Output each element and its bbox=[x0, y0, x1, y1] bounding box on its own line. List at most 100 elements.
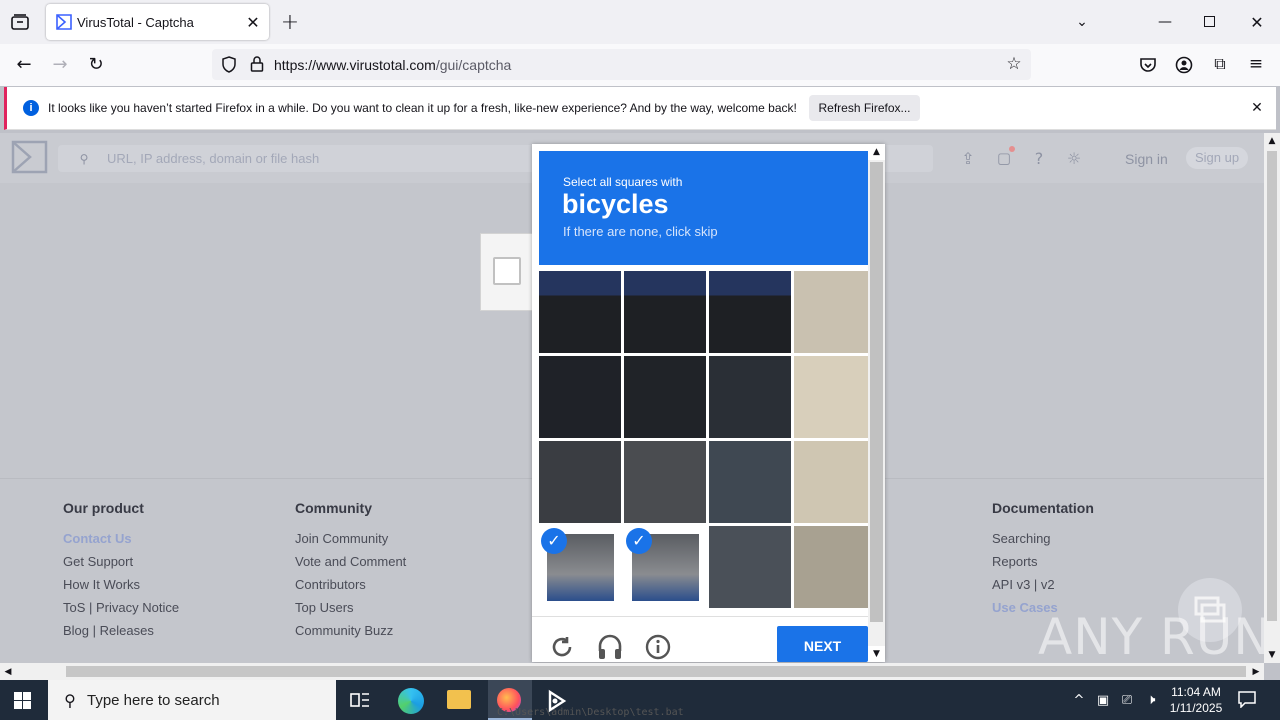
show-hidden-icons-icon[interactable]: ^ bbox=[1070, 690, 1088, 710]
captcha-tile[interactable] bbox=[794, 441, 878, 525]
clock[interactable]: 11:04 AM 1/11/2025 bbox=[1166, 684, 1226, 716]
bookmark-star-icon[interactable]: ☆ bbox=[1004, 54, 1024, 74]
url-text: https://www.virustotal.com/gui/captcha bbox=[274, 57, 511, 73]
scroll-right-icon[interactable]: ▶ bbox=[1248, 663, 1264, 680]
footer-link[interactable]: API v3 | v2 bbox=[992, 577, 1094, 592]
volume-icon[interactable]: 🕨 bbox=[1141, 690, 1161, 710]
account-icon[interactable] bbox=[1175, 56, 1193, 74]
url-bar[interactable]: https://www.virustotal.com/gui/captcha ☆ bbox=[212, 49, 1031, 80]
close-notification-icon[interactable]: ✕ bbox=[1248, 99, 1266, 117]
scroll-left-icon[interactable]: ◀ bbox=[0, 663, 16, 680]
footer-col-documentation: Documentation Searching Reports API v3 |… bbox=[992, 500, 1094, 615]
page-horizontal-scrollbar[interactable]: ◀ ▶ bbox=[0, 663, 1264, 680]
search-icon: ⚲ bbox=[79, 152, 89, 166]
audio-challenge-icon[interactable] bbox=[597, 633, 623, 661]
extensions-icon[interactable]: ⧉ bbox=[1210, 54, 1230, 74]
clock-time: 11:04 AM bbox=[1171, 685, 1221, 699]
refresh-firefox-button[interactable]: Refresh Firefox... bbox=[809, 95, 920, 121]
console-path: C:\Users\admin\Desktop\test.bat bbox=[497, 707, 684, 718]
tab-virustotal-captcha[interactable]: VirusTotal - Captcha ✕ bbox=[46, 4, 269, 40]
close-window-icon[interactable]: ✕ bbox=[1245, 10, 1269, 34]
tracking-protection-shield-icon[interactable] bbox=[221, 56, 237, 73]
footer-link[interactable]: How It Works bbox=[63, 577, 179, 592]
new-tab-icon[interactable]: + bbox=[278, 10, 302, 35]
edge-icon[interactable] bbox=[398, 688, 424, 714]
list-all-tabs-icon[interactable]: ⌄ bbox=[1070, 10, 1094, 34]
reload-challenge-icon[interactable] bbox=[549, 634, 575, 660]
recaptcha-checkbox[interactable] bbox=[493, 257, 521, 285]
pocket-icon[interactable] bbox=[1139, 56, 1157, 74]
captcha-divider bbox=[532, 616, 868, 617]
footer-link[interactable]: Blog | Releases bbox=[63, 623, 179, 638]
scroll-down-icon[interactable]: ▼ bbox=[868, 646, 885, 662]
footer-link[interactable]: Vote and Comment bbox=[295, 554, 406, 569]
reload-icon[interactable]: ↻ bbox=[84, 52, 108, 76]
back-icon[interactable]: ← bbox=[12, 52, 36, 76]
footer-link[interactable]: Community Buzz bbox=[295, 623, 406, 638]
captcha-tile[interactable] bbox=[624, 271, 708, 355]
scroll-down-icon[interactable]: ▼ bbox=[1264, 647, 1280, 663]
footer-heading: Documentation bbox=[992, 500, 1094, 516]
close-tab-icon[interactable]: ✕ bbox=[243, 12, 263, 32]
taskbar-search-box[interactable]: ⚲ Type here to search bbox=[48, 680, 336, 720]
taskbar-search-placeholder: Type here to search bbox=[87, 692, 220, 709]
file-explorer-icon[interactable] bbox=[447, 690, 471, 709]
scroll-up-icon[interactable]: ▲ bbox=[868, 144, 885, 160]
next-button[interactable]: NEXT bbox=[777, 626, 868, 662]
captcha-tile[interactable] bbox=[539, 356, 623, 440]
footer-link[interactable]: ToS | Privacy Notice bbox=[63, 600, 179, 615]
captcha-tile[interactable] bbox=[624, 356, 708, 440]
footer-link[interactable]: Contributors bbox=[295, 577, 406, 592]
search-icon: ⚲ bbox=[64, 690, 76, 710]
help-icon[interactable]: ? bbox=[1021, 148, 1057, 168]
minimize-window-icon[interactable]: — bbox=[1150, 10, 1180, 34]
sign-up-button[interactable]: Sign up bbox=[1186, 147, 1248, 169]
footer-link[interactable]: Join Community bbox=[295, 531, 406, 546]
captcha-target: bicycles bbox=[562, 189, 669, 219]
scroll-up-icon[interactable]: ▲ bbox=[1264, 133, 1280, 149]
virustotal-logo-icon[interactable] bbox=[11, 140, 48, 174]
selected-check-icon: ✓ bbox=[541, 528, 567, 554]
task-view-icon[interactable] bbox=[350, 690, 370, 710]
upload-icon[interactable]: ⇪ bbox=[950, 148, 986, 168]
captcha-tile[interactable] bbox=[709, 526, 793, 610]
footer-link[interactable]: Contact Us bbox=[63, 531, 179, 546]
menu-icon[interactable]: ≡ bbox=[1246, 54, 1266, 74]
footer-link[interactable]: Reports bbox=[992, 554, 1094, 569]
captcha-tile[interactable] bbox=[794, 356, 878, 440]
captcha-tile[interactable] bbox=[709, 271, 793, 355]
restore-window-icon[interactable] bbox=[1204, 16, 1215, 27]
lock-icon[interactable] bbox=[250, 56, 264, 72]
action-center-icon[interactable] bbox=[1238, 691, 1256, 709]
scroll-thumb[interactable] bbox=[1267, 151, 1277, 621]
captcha-tile[interactable] bbox=[794, 526, 878, 610]
notification-dot bbox=[1009, 146, 1015, 152]
footer-col-community: Community Join Community Vote and Commen… bbox=[295, 500, 406, 638]
captcha-tile[interactable] bbox=[709, 356, 793, 440]
captcha-tile[interactable]: ✓ bbox=[539, 526, 623, 610]
page-vertical-scrollbar[interactable]: ▲ ▼ bbox=[1264, 133, 1280, 663]
forward-icon[interactable]: → bbox=[48, 52, 72, 76]
selected-check-icon: ✓ bbox=[626, 528, 652, 554]
firefox-view-icon[interactable] bbox=[8, 10, 32, 34]
help-info-icon[interactable] bbox=[645, 634, 671, 660]
refresh-firefox-notification: i It looks like you haven’t started Fire… bbox=[4, 87, 1276, 130]
captcha-tile[interactable] bbox=[539, 271, 623, 355]
captcha-tile[interactable] bbox=[539, 441, 623, 525]
theme-toggle-icon[interactable]: ☼ bbox=[1056, 148, 1092, 168]
network-icon[interactable]: ⎚ bbox=[1117, 690, 1137, 710]
device-icon[interactable]: ▣ bbox=[1094, 690, 1112, 710]
captcha-tile[interactable] bbox=[709, 441, 793, 525]
windows-start-icon[interactable] bbox=[14, 692, 31, 709]
scroll-thumb[interactable] bbox=[66, 666, 1246, 677]
captcha-tile[interactable] bbox=[624, 441, 708, 525]
footer-link[interactable]: Top Users bbox=[295, 600, 406, 615]
scroll-thumb[interactable] bbox=[870, 162, 883, 622]
footer-link[interactable]: Get Support bbox=[63, 554, 179, 569]
footer-link[interactable]: Searching bbox=[992, 531, 1094, 546]
sign-in-link[interactable]: Sign in bbox=[1125, 151, 1168, 167]
captcha-tile[interactable] bbox=[794, 271, 878, 355]
captcha-scrollbar[interactable]: ▲ ▼ bbox=[868, 144, 885, 662]
chat-icon[interactable]: ▢ bbox=[986, 148, 1022, 168]
captcha-tile[interactable]: ✓ bbox=[624, 526, 708, 610]
